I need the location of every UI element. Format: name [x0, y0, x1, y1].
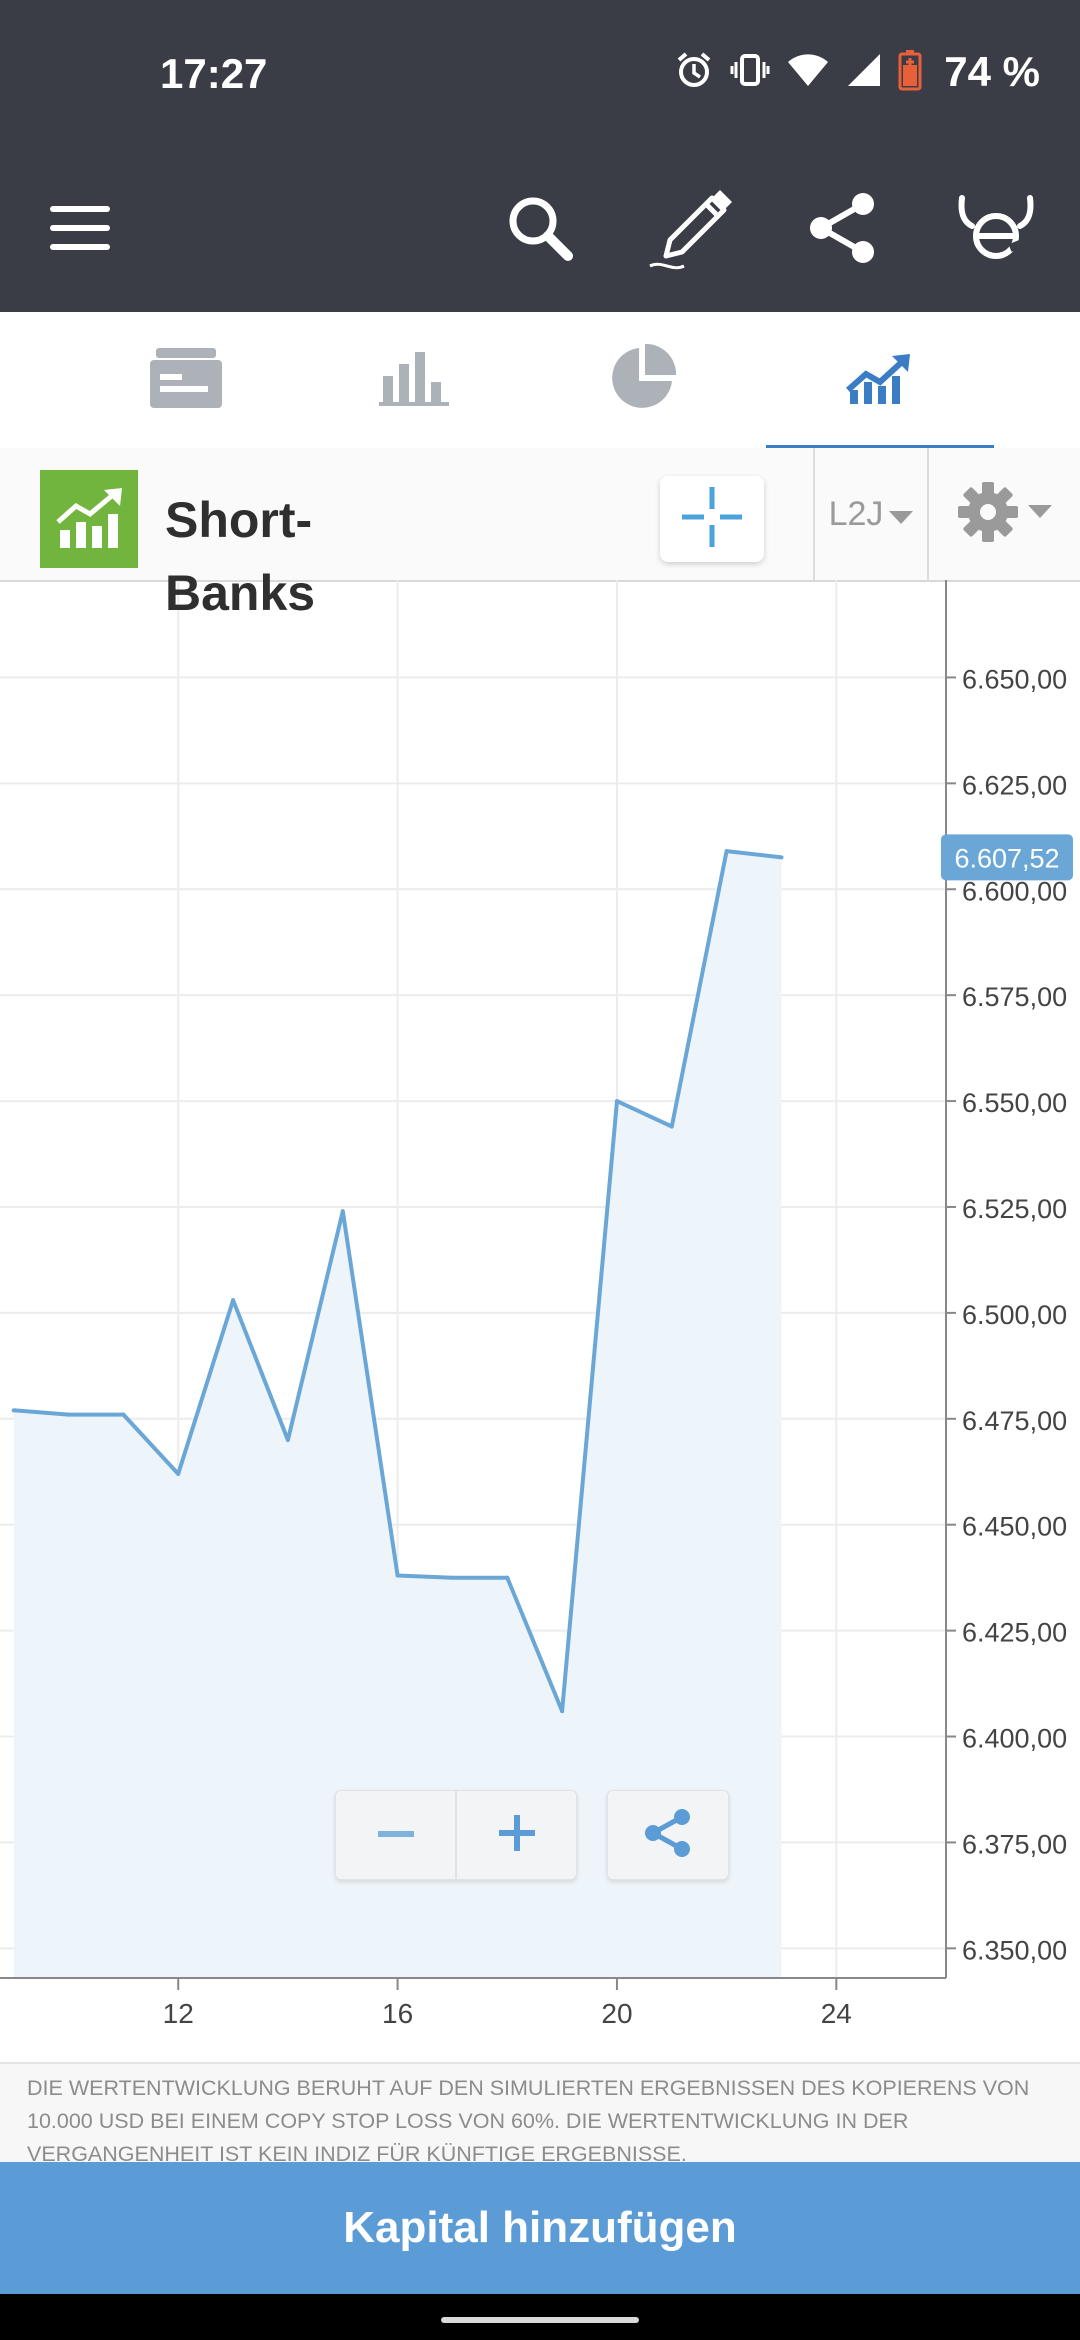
x-tick-label: 16: [382, 1998, 413, 2029]
x-tick-label: 20: [601, 1998, 632, 2029]
last-price-label: 6.607,52: [954, 843, 1059, 873]
gear-icon: [956, 480, 1020, 549]
feed-tab[interactable]: [72, 312, 300, 448]
y-tick-label: 6.475,00: [962, 1406, 1067, 1436]
portfolio-tab[interactable]: [528, 312, 756, 448]
section-tabs: [0, 312, 1080, 450]
y-tick-label: 6.500,00: [962, 1300, 1067, 1330]
y-tick-label: 6.400,00: [962, 1724, 1067, 1754]
etoro-icon[interactable]: [946, 178, 1046, 278]
y-tick-label: 6.425,00: [962, 1618, 1067, 1648]
status-icons: 74 %: [674, 48, 1040, 96]
minus-icon: [376, 1826, 416, 1844]
chart-settings-button[interactable]: [928, 448, 1080, 580]
y-tick-label: 6.375,00: [962, 1829, 1067, 1859]
data-point: [505, 1575, 510, 1580]
battery-percent: 74 %: [944, 48, 1040, 95]
add-funds-button[interactable]: Kapital hinzufügen: [0, 2162, 1080, 2294]
system-nav-bar: [0, 2294, 1080, 2340]
crosshair-icon: [680, 485, 744, 554]
range-selector[interactable]: L2J: [813, 448, 929, 580]
y-tick-label: 6.650,00: [962, 664, 1067, 694]
data-point: [11, 1408, 16, 1413]
chevron-down-icon: [1028, 504, 1052, 524]
instrument-bar: Short- Banks L2J: [0, 448, 1080, 621]
chart-tab[interactable]: [766, 312, 994, 450]
data-point: [560, 1709, 565, 1714]
data-point: [450, 1575, 455, 1580]
news-icon: [146, 346, 226, 415]
data-point: [176, 1471, 181, 1476]
app-bar: [0, 150, 1080, 312]
data-point: [395, 1573, 400, 1578]
data-point: [285, 1437, 290, 1442]
data-point: [340, 1209, 345, 1214]
plus-icon: [497, 1813, 537, 1858]
disclaimer-text: DIE WERTENTWICKLUNG BERUHT AUF DEN SIMUL…: [27, 2076, 1030, 2166]
instrument-logo: [40, 470, 138, 568]
instrument-name-line2: Banks: [165, 565, 316, 621]
crosshair-button[interactable]: [660, 476, 764, 562]
chart-share-button[interactable]: [607, 1790, 729, 1880]
search-icon[interactable]: [490, 178, 590, 278]
zoom-in-button[interactable]: [455, 1791, 576, 1879]
battery-icon: [898, 49, 922, 96]
wifi-icon: [786, 50, 830, 95]
zoom-out-button[interactable]: [336, 1791, 455, 1879]
pie-chart-icon: [606, 342, 678, 419]
signal-icon: [846, 50, 882, 95]
vibrate-icon: [730, 50, 770, 95]
status-time: 17:27: [160, 50, 268, 97]
alarm-icon: [674, 50, 714, 95]
instrument-name-line1: Short-: [165, 492, 313, 548]
trend-chart-icon: [844, 350, 916, 411]
data-point: [724, 849, 729, 854]
y-tick-label: 6.350,00: [962, 1935, 1067, 1965]
menu-icon[interactable]: [30, 178, 130, 278]
bar-chart-icon: [379, 350, 449, 411]
data-point: [121, 1412, 126, 1417]
data-point: [66, 1412, 71, 1417]
edit-icon[interactable]: [640, 178, 740, 278]
y-tick-label: 6.575,00: [962, 982, 1067, 1012]
y-tick-label: 6.550,00: [962, 1088, 1067, 1118]
x-tick-label: 24: [821, 1998, 852, 2029]
data-point: [231, 1298, 236, 1303]
chevron-down-icon: [889, 495, 914, 534]
data-point: [614, 1099, 619, 1104]
data-point: [779, 855, 784, 860]
y-tick-label: 6.525,00: [962, 1194, 1067, 1224]
instrument-name: Short- Banks: [165, 484, 465, 630]
share-icon[interactable]: [793, 178, 893, 278]
share-icon: [642, 1807, 694, 1864]
y-tick-label: 6.625,00: [962, 770, 1067, 800]
home-gesture-handle[interactable]: [441, 2317, 639, 2323]
y-tick-label: 6.450,00: [962, 1512, 1067, 1542]
data-point: [669, 1124, 674, 1129]
zoom-controls: [335, 1790, 577, 1880]
y-tick-label: 6.600,00: [962, 876, 1067, 906]
range-label: L2J: [828, 494, 884, 533]
x-tick-label: 12: [163, 1998, 194, 2029]
status-bar: 17:27 74 %: [0, 0, 1080, 150]
performance-disclaimer: DIE WERTENTWICKLUNG BERUHT AUF DEN SIMUL…: [0, 2062, 1080, 2166]
stats-tab[interactable]: [300, 312, 528, 448]
